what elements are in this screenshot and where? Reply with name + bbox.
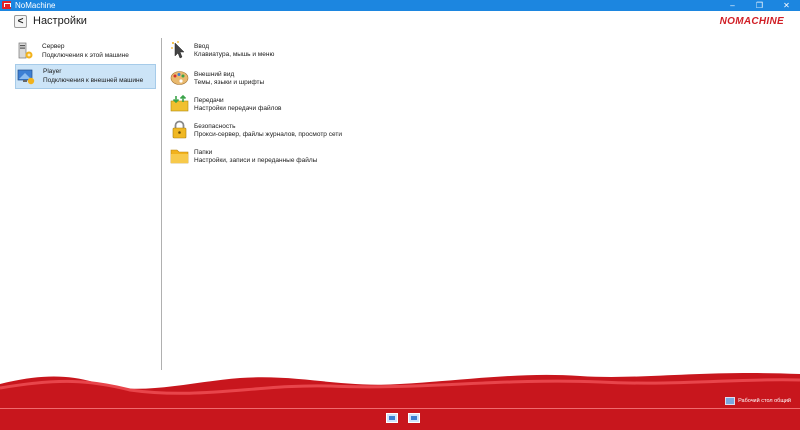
sidebar-item-subtitle: Подключения к этой машине <box>42 52 129 59</box>
sidebar-item-server[interactable]: Сервер Подключения к этой машине <box>15 40 156 65</box>
sidebar-item-title: Сервер <box>42 43 65 50</box>
window-controls: – ❐ ✕ <box>719 0 800 11</box>
settings-item-title: Ввод <box>194 43 209 50</box>
footer-separator <box>0 408 800 409</box>
player-icon <box>17 69 35 85</box>
sidebar-item-title: Player <box>43 68 62 75</box>
settings-item-title: Папки <box>194 149 213 156</box>
settings-item-subtitle: Настройки передачи файлов <box>194 105 282 112</box>
monitor-icon <box>725 397 736 405</box>
settings-item-subtitle: Клавиатура, мышь и меню <box>194 51 275 58</box>
window-titlebar: NoMachine – ❐ ✕ <box>0 0 800 11</box>
settings-item-title: Передачи <box>194 97 224 104</box>
minimize-button[interactable]: – <box>719 0 746 11</box>
settings-item-subtitle: Темы, языки и шрифты <box>194 79 265 86</box>
sidebar-item-player[interactable]: Player Подключения к внешней машине <box>15 64 156 89</box>
sidebar-divider <box>161 38 162 370</box>
back-button[interactable]: < <box>14 15 27 28</box>
window-title: NoMachine <box>15 1 56 10</box>
page-title: Настройки <box>33 15 87 27</box>
nomachine-logo-icon <box>2 1 11 9</box>
bottom-toolbar <box>386 413 420 423</box>
palette-icon <box>170 71 189 85</box>
folder-icon <box>170 149 189 164</box>
settings-item-transfers[interactable]: Передачи Настройки передачи файлов <box>170 94 470 118</box>
settings-item-subtitle: Настройки, записи и переданные файлы <box>194 157 318 164</box>
screen-share-icon[interactable] <box>386 413 398 423</box>
settings-item-folders[interactable]: Папки Настройки, записи и переданные фай… <box>170 146 470 170</box>
maximize-button[interactable]: ❐ <box>746 0 773 11</box>
lock-icon <box>172 120 187 139</box>
settings-item-subtitle: Прокси-сервер, файлы журналов, просмотр … <box>194 131 342 138</box>
sidebar: Сервер Подключения к этой машине Player … <box>0 36 161 370</box>
server-icon <box>18 42 33 59</box>
sidebar-item-subtitle: Подключения к внешней машине <box>43 77 144 84</box>
input-icon <box>171 41 185 59</box>
brand-logo: NOMACHINE <box>719 16 784 27</box>
close-button[interactable]: ✕ <box>773 0 800 11</box>
transfer-icon <box>170 94 189 112</box>
settings-item-input[interactable]: Ввод Клавиатура, мышь и меню <box>170 40 470 64</box>
settings-item-title: Внешний вид <box>194 71 235 78</box>
settings-item-appearance[interactable]: Внешний вид Темы, языки и шрифты <box>170 68 470 92</box>
settings-item-title: Безопасность <box>194 123 236 130</box>
remote-desktop-label: Рабочий стол общий <box>738 398 791 404</box>
settings-item-security[interactable]: Безопасность Прокси-сервер, файлы журнал… <box>170 120 470 144</box>
display-icon[interactable] <box>408 413 420 423</box>
remote-desktop-link[interactable]: Рабочий стол общий <box>725 397 791 405</box>
